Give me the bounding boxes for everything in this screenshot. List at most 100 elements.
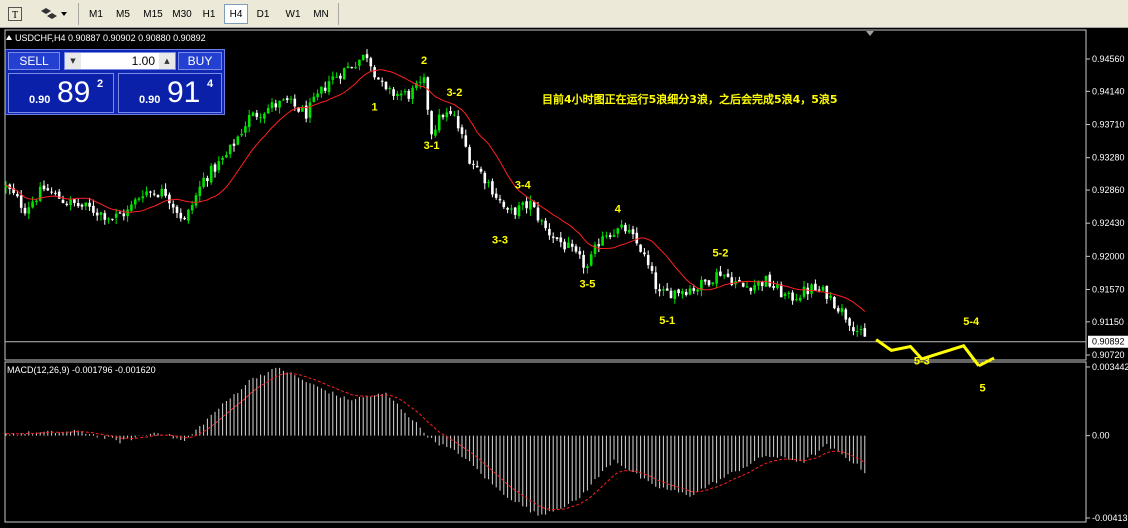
timeframe-button-d1[interactable]: D1 [250, 4, 276, 24]
candle-body [620, 224, 623, 228]
timeframe-button-m5[interactable]: M5 [110, 4, 136, 24]
candle-body [741, 282, 745, 287]
candle-body [453, 114, 456, 116]
candle-body [483, 172, 487, 184]
candle-body [669, 290, 673, 299]
candle-body [50, 191, 53, 193]
candle-body [791, 292, 794, 301]
candle-body [829, 295, 832, 298]
candle-body [578, 251, 582, 255]
candle-body [42, 185, 46, 190]
timeframe-button-mn[interactable]: MN [308, 4, 334, 24]
candle-body [430, 111, 433, 135]
candle-body [323, 87, 327, 91]
candle-body [418, 81, 422, 83]
lot-increase-icon[interactable]: ▲ [159, 53, 175, 69]
candle-body [521, 202, 525, 206]
candle-body [122, 213, 126, 217]
candle-body [335, 76, 338, 78]
candle-body [437, 114, 441, 131]
toolbar: T M1 M5 M15 M30 H1 H4 D1 W1 MN [0, 0, 1128, 28]
candle-body [449, 111, 452, 114]
candle-body [403, 91, 407, 93]
buy-price-sup: 4 [207, 78, 214, 90]
macd-histogram-group [5, 367, 866, 516]
shapes-tool-icon[interactable] [36, 4, 70, 24]
lot-size-input[interactable] [83, 53, 157, 69]
candle-body [810, 284, 813, 294]
candle-body [529, 200, 532, 210]
timeframe-button-m15[interactable]: M15 [138, 4, 168, 24]
candle-body [213, 164, 217, 172]
buy-price-prefix: 0.90 [139, 94, 161, 106]
timeframe-button-m30[interactable]: M30 [168, 4, 196, 24]
candle-body [27, 207, 31, 214]
candle-body [183, 217, 186, 220]
candle-body [517, 205, 521, 217]
candle-body [354, 67, 357, 69]
candle-body [494, 193, 498, 198]
candle-body [380, 80, 384, 82]
lot-decrease-icon[interactable]: ▼ [65, 53, 81, 69]
sell-quote-button[interactable]: 0.90 89 2 [8, 73, 114, 113]
candle-body [107, 218, 110, 220]
candle-body [133, 199, 137, 205]
candle-body [194, 195, 198, 206]
wave-label: 1 [372, 101, 378, 113]
candle-body [228, 144, 232, 155]
candle-body [548, 228, 551, 236]
timeframe-button-h1[interactable]: H1 [198, 4, 220, 24]
candle-body [111, 218, 114, 220]
candle-body [61, 199, 65, 204]
price-tick-label: 0.92000 [1092, 251, 1125, 261]
price-tick-label: 0.91150 [1092, 317, 1124, 327]
candle-body [833, 296, 836, 309]
wave-label: 5-3 [914, 356, 930, 368]
candle-body [844, 309, 848, 320]
candle-body [103, 213, 107, 220]
wave-label: 3-4 [515, 180, 532, 192]
candle-body [217, 161, 221, 171]
candle-body [346, 66, 350, 69]
candle-body [627, 229, 631, 233]
toolbar-separator [78, 3, 79, 25]
candle-body [171, 203, 175, 208]
wave-label: 3-1 [424, 140, 440, 152]
candle-body [540, 220, 544, 222]
candle-body [631, 229, 635, 235]
wave-label: 3-3 [492, 235, 508, 247]
candle-body [73, 199, 76, 204]
sell-button[interactable]: SELL [8, 52, 60, 70]
candle-body [852, 327, 855, 332]
candle-body [274, 103, 278, 108]
timeframe-button-w1[interactable]: W1 [280, 4, 306, 24]
candle-body [772, 286, 775, 288]
candle-body [358, 59, 361, 66]
candle-body [475, 165, 479, 168]
candle-body [282, 99, 285, 101]
buy-quote-button[interactable]: 0.90 91 4 [118, 73, 222, 113]
candle-body [16, 193, 19, 197]
candle-body [202, 177, 205, 187]
candle-body [46, 188, 50, 191]
candle-body [221, 157, 224, 160]
candle-body [361, 54, 365, 61]
candle-body [768, 274, 772, 287]
candle-body [255, 112, 259, 117]
candle-body [487, 182, 490, 184]
candle-body [114, 213, 118, 218]
candle-body [715, 272, 718, 284]
timeframe-button-m1[interactable]: M1 [84, 4, 108, 24]
candle-body [156, 195, 160, 198]
buy-button[interactable]: BUY [178, 52, 222, 70]
candle-body [407, 90, 411, 99]
candle-body [662, 289, 665, 291]
timeframe-button-h4[interactable]: H4 [224, 4, 248, 24]
price-tick-label: 0.90720 [1092, 350, 1125, 360]
price-tick-label: 0.93280 [1092, 153, 1125, 163]
candle-body [677, 289, 680, 294]
candle-body [749, 287, 753, 292]
candle-body [339, 75, 342, 79]
candle-body [468, 147, 471, 164]
text-tool-icon[interactable]: T [4, 4, 26, 24]
